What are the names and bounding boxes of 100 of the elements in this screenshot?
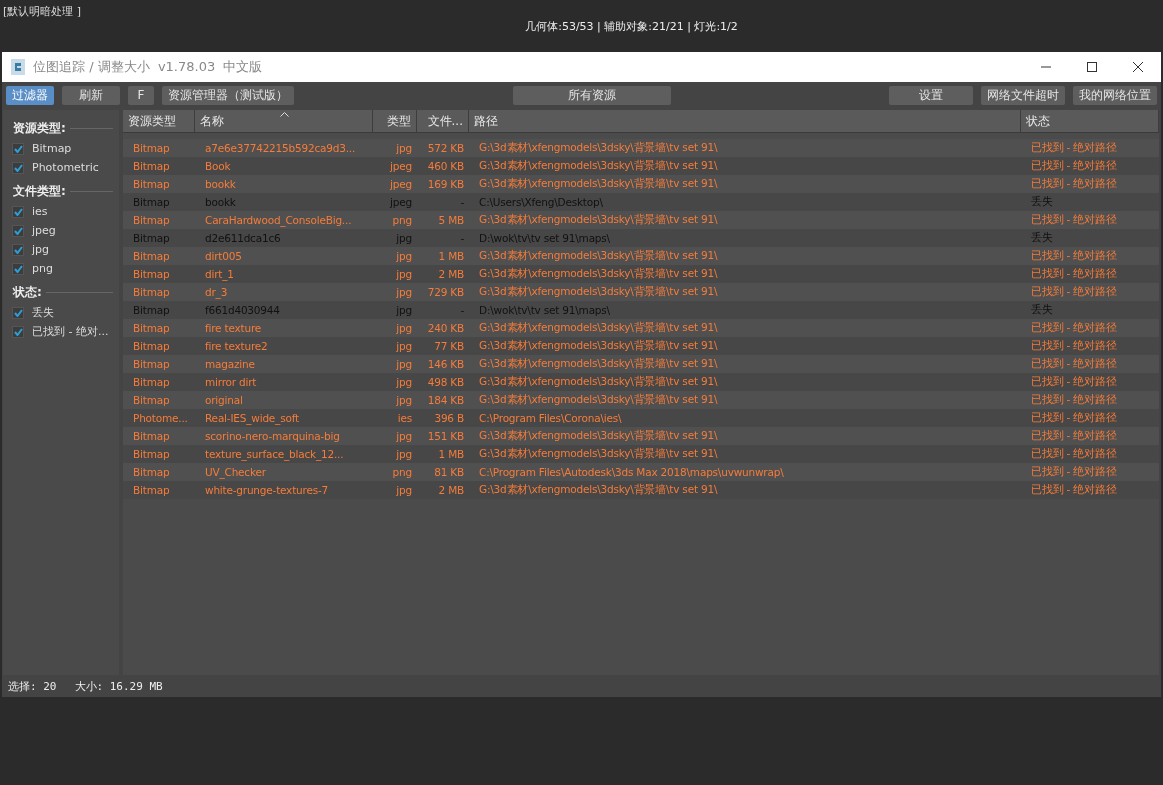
table-cell-text: Bitmap <box>132 142 171 154</box>
column-header[interactable]: 路径 <box>469 110 1021 132</box>
table-row[interactable]: Bitmap a7e6e37742215b592ca9d3... jpg 572 KB G:\3d素材\xfengmodels\3dsky\背景墙\tv set 91\ 已找到 - 绝对路径 <box>123 139 1159 157</box>
table-cell-text: 169 KB <box>426 178 465 190</box>
column-header[interactable]: 类型 <box>373 110 417 132</box>
column-header[interactable]: 文件... <box>417 110 469 132</box>
toolbar-button[interactable]: 所有资源 <box>512 85 671 105</box>
table-row[interactable]: Bitmap original jpg 184 KB G:\3d素材\xfengmodels\3dsky\背景墙\tv set 91\ 已找到 - 绝对路径 <box>123 391 1159 409</box>
table-cell-text: jpg <box>395 322 413 334</box>
table-cell-text: png <box>391 466 413 478</box>
checkbox[interactable] <box>12 205 24 218</box>
checkbox-label: png <box>32 262 53 275</box>
table-cell-text: 已找到 - 绝对路径 <box>1030 357 1118 371</box>
table-cell-text: 729 KB <box>426 286 465 298</box>
table-cell-text: G:\3d素材\xfengmodels\3dsky\背景墙\tv set 91\ <box>478 249 719 263</box>
table-row[interactable]: Bitmap dirt_1 jpg 2 MB G:\3d素材\xfengmodels\3dsky\背景墙\tv set 91\ 已找到 - 绝对路径 <box>123 265 1159 283</box>
toolbar-button[interactable]: F <box>128 85 154 105</box>
table-row[interactable]: Bitmap dr_3 jpg 729 KB G:\3d素材\xfengmodels\3dsky\背景墙\tv set 91\ 已找到 - 绝对路径 <box>123 283 1159 301</box>
table-cell-text: G:\3d素材\xfengmodels\3dsky\背景墙\tv set 91\ <box>478 321 719 335</box>
table-cell-text: ies <box>396 412 413 424</box>
table-cell-text: 1 MB <box>437 448 465 460</box>
checkbox[interactable] <box>12 306 24 319</box>
column-header[interactable]: 状态 <box>1021 110 1159 132</box>
table-cell-text: png <box>391 214 413 226</box>
checkbox-label: 已找到 - 绝对... <box>32 324 109 339</box>
table-cell-text: Bitmap <box>132 160 171 172</box>
table-row[interactable]: Bitmap texture_surface_black_12... jpg 1 MB G:\3d素材\xfengmodels\3dsky\背景墙\tv set 91\ 已找到 - 绝对路径 <box>123 445 1159 463</box>
table-cell-text: jpg <box>395 286 413 298</box>
table-cell-text: 572 KB <box>426 142 465 154</box>
checkbox[interactable] <box>12 262 24 275</box>
checkbox-label: Bitmap <box>32 142 72 155</box>
section-title: 资源类型: <box>13 120 66 137</box>
toolbar-button[interactable]: 刷新 <box>62 85 120 105</box>
table-cell-text: G:\3d素材\xfengmodels\3dsky\背景墙\tv set 91\ <box>478 285 719 299</box>
section-title: 文件类型: <box>13 183 66 200</box>
table-cell-text: fire texture <box>204 322 263 334</box>
table-cell-text: jpg <box>395 358 413 370</box>
table-cell-text: 已找到 - 绝对路径 <box>1030 465 1118 479</box>
checkbox[interactable] <box>12 224 24 237</box>
table-row[interactable]: Bitmap fire texture2 jpg 77 KB G:\3d素材\xfengmodels\3dsky\背景墙\tv set 91\ 已找到 - 绝对路径 <box>123 337 1159 355</box>
table-cell-text: G:\3d素材\xfengmodels\3dsky\背景墙\tv set 91\ <box>478 429 719 443</box>
table-row[interactable]: Bitmap white-grunge-textures-7 jpg 2 MB G:\3d素材\xfengmodels\3dsky\背景墙\tv set 91\ 已找到 - 绝对路径 <box>123 481 1159 499</box>
table-row[interactable]: Bitmap CaraHardwood_ConsoleBig... png 5 MB G:\3d素材\xfengmodels\3dsky\背景墙\tv set 91\ 已找到 - 绝对路径 <box>123 211 1159 229</box>
table-cell-text: Bitmap <box>132 322 171 334</box>
table-cell-text: Bitmap <box>132 250 171 262</box>
table-cell-text: 已找到 - 绝对路径 <box>1030 483 1118 497</box>
table-cell-text: Bitmap <box>132 358 171 370</box>
table-row[interactable]: Photome... Real-IES_wide_soft ies 396 B C:\Program Files\Corona\ies\ 已找到 - 绝对路径 <box>123 409 1159 427</box>
toolbar-button[interactable]: 设置 <box>889 85 973 105</box>
toolbar-button[interactable]: 网络文件超时 <box>981 85 1065 105</box>
table-cell-text: magazine <box>204 358 256 370</box>
checkbox[interactable] <box>12 325 24 338</box>
table-cell-text: 5 MB <box>437 214 465 226</box>
table-cell-text: 已找到 - 绝对路径 <box>1030 375 1118 389</box>
table-cell-text: Bitmap <box>132 466 171 478</box>
table-cell-text: 已找到 - 绝对路径 <box>1030 249 1118 263</box>
table-cell-text: white-grunge-textures-7 <box>204 484 329 496</box>
checkbox[interactable] <box>12 243 24 256</box>
table-cell-text: 460 KB <box>426 160 465 172</box>
table-cell-text: Photome... <box>132 412 189 424</box>
table-cell-text: jpg <box>395 430 413 442</box>
checkbox[interactable] <box>12 142 24 155</box>
column-header[interactable]: 名称 <box>195 110 373 132</box>
table-row[interactable]: Bitmap magazine jpg 146 KB G:\3d素材\xfengmodels\3dsky\背景墙\tv set 91\ 已找到 - 绝对路径 <box>123 355 1159 373</box>
maximize-icon <box>1087 62 1097 72</box>
toolbar-button[interactable]: 资源管理器（测试版） <box>162 85 294 105</box>
table-cell-text: 240 KB <box>426 322 465 334</box>
table-cell-text: G:\3d素材\xfengmodels\3dsky\背景墙\tv set 91\ <box>478 267 719 281</box>
table-cell-text: 1 MB <box>437 250 465 262</box>
table-cell-text: 184 KB <box>426 394 465 406</box>
selection-count: 选择: 20 <box>8 678 57 694</box>
table-cell-text: jpg <box>395 394 413 406</box>
table-cell-text: 146 KB <box>426 358 465 370</box>
table-cell-text: jpeg <box>389 160 413 172</box>
table-row[interactable]: Bitmap UV_Checker png 81 KB C:\Program Files\Autodesk\3ds Max 2018\maps\uvwunwrap\ 已找到 - 绝对路径 <box>123 463 1159 481</box>
table-cell-text: Bitmap <box>132 376 171 388</box>
checkbox-label: jpg <box>32 243 50 256</box>
table-cell-text: 2 MB <box>437 484 465 496</box>
table-cell-text: 已找到 - 绝对路径 <box>1030 213 1118 227</box>
table-cell-text: Bitmap <box>132 178 171 190</box>
table-cell-text: 已找到 - 绝对路径 <box>1030 321 1118 335</box>
table-cell-text: G:\3d素材\xfengmodels\3dsky\背景墙\tv set 91\ <box>478 447 719 461</box>
toolbar-button[interactable]: 我的网络位置 <box>1073 85 1157 105</box>
table-row[interactable]: Bitmap mirror dirt jpg 498 KB G:\3d素材\xfengmodels\3dsky\背景墙\tv set 91\ 已找到 - 绝对路径 <box>123 373 1159 391</box>
table-row[interactable]: Bitmap fire texture jpg 240 KB G:\3d素材\xfengmodels\3dsky\背景墙\tv set 91\ 已找到 - 绝对路径 <box>123 319 1159 337</box>
table-row[interactable]: Bitmap bookk jpeg 169 KB G:\3d素材\xfengmodels\3dsky\背景墙\tv set 91\ 已找到 - 绝对路径 <box>123 175 1159 193</box>
table-cell-text: Book <box>204 160 232 172</box>
table-row[interactable]: Bitmap scorino-nero-marquina-big jpg 151 KB G:\3d素材\xfengmodels\3dsky\背景墙\tv set 91\ 已找到 - 绝对路径 <box>123 427 1159 445</box>
table-cell-text: Bitmap <box>132 484 171 496</box>
column-header[interactable]: 资源类型 <box>123 110 195 132</box>
table-row[interactable]: Bitmap Book jpeg 460 KB G:\3d素材\xfengmodels\3dsky\背景墙\tv set 91\ 已找到 - 绝对路径 <box>123 157 1159 175</box>
table-row[interactable]: Bitmap dirt005 jpg 1 MB G:\3d素材\xfengmodels\3dsky\背景墙\tv set 91\ 已找到 - 绝对路径 <box>123 247 1159 265</box>
toolbar-button[interactable]: 过滤器 <box>6 85 54 105</box>
app-icon <box>11 59 25 75</box>
viewport-label[interactable]: [默认明暗处理 ] <box>0 0 1163 19</box>
table-cell-text: - <box>459 304 465 316</box>
table-cell-text: jpg <box>395 340 413 352</box>
table-cell-text: - <box>459 196 465 208</box>
checkbox-label: 丢失 <box>32 305 54 320</box>
checkbox[interactable] <box>12 161 24 174</box>
